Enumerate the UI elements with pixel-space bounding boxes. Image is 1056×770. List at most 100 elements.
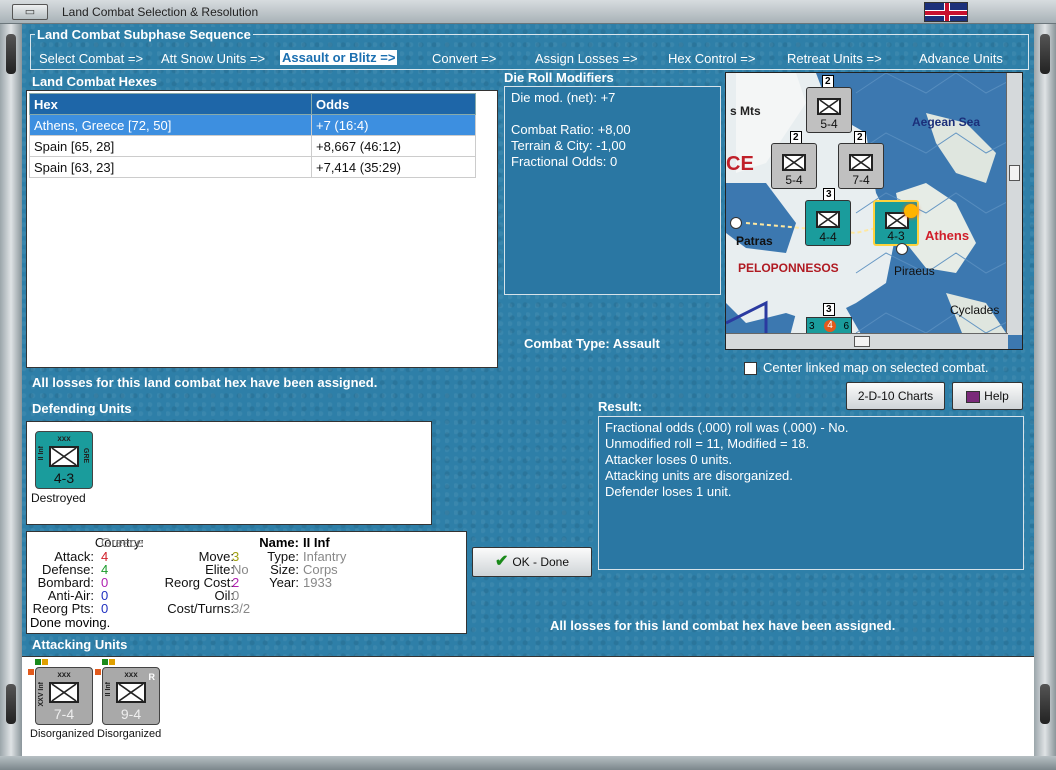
port-icon: [730, 217, 742, 229]
hex-cell: Spain [65, 28]: [29, 135, 312, 157]
scroll-thumb[interactable]: [854, 336, 870, 347]
modifier-line: [511, 106, 714, 122]
linked-map[interactable]: s Mts Aegean Sea CE Athens Patras PELOPO…: [725, 72, 1023, 350]
defending-units-panel: xxx II Inf GRE 4-3 Destroyed: [26, 421, 432, 525]
result-title: Result:: [598, 399, 643, 414]
map-label-piraeus: Piraeus: [894, 264, 935, 278]
map-unit-counter[interactable]: 5-4: [771, 143, 817, 189]
status-dot-icon: [102, 659, 108, 665]
status-dot-icon: [42, 659, 48, 665]
step-assault-or-blitz: Assault or Blitz =>: [280, 50, 398, 65]
modifier-line: Terrain & City: -1,00: [511, 138, 626, 153]
hexes-title: Land Combat Hexes: [32, 74, 157, 89]
center-map-checkbox[interactable]: [744, 362, 757, 375]
hexes-header-row: Hex Odds: [29, 93, 476, 115]
result-line: Attacking units are disorganized.: [605, 468, 793, 483]
infantry-symbol-icon: [782, 154, 806, 171]
bottom-frame: [0, 756, 1056, 770]
help-button[interactable]: Help: [952, 382, 1023, 410]
system-menu-button[interactable]: ▭: [12, 4, 48, 20]
table-row[interactable]: Spain [65, 28] +8,667 (46:12): [29, 135, 476, 157]
pillar-knob-icon: [1040, 34, 1050, 74]
modifiers-panel: Die mod. (net): +7 Combat Ratio: +8,00 T…: [504, 86, 721, 295]
book-icon: [966, 390, 981, 403]
charts-button[interactable]: 2-D-10 Charts: [846, 382, 945, 410]
map-vertical-scrollbar[interactable]: [1006, 73, 1022, 335]
modifier-line: Die mod. (net): +7: [511, 90, 616, 105]
attacking-units-title: Attacking Units: [32, 637, 128, 652]
map-label-athens: Athens: [925, 228, 970, 243]
table-row[interactable]: Spain [63, 23] +7,414 (35:29): [29, 156, 476, 178]
defending-unit-counter[interactable]: xxx II Inf GRE 4-3: [35, 431, 93, 489]
map-label-aegean-sea: Aegean Sea: [912, 115, 981, 129]
combat-type: Combat Type: Assault: [524, 336, 660, 351]
unit-status: Disorganized: [97, 728, 162, 740]
losses-assigned-message: All losses for this land combat hex have…: [32, 375, 378, 390]
checkmark-icon: ✔: [494, 553, 509, 570]
status-dot-icon: [109, 659, 115, 665]
unit-status: Destroyed: [31, 491, 86, 505]
step-retreat-units: Retreat Units =>: [787, 51, 882, 66]
map-unit-counter[interactable]: 7-4: [838, 143, 884, 189]
result-line: Unmodified roll = 11, Modified = 18.: [605, 436, 810, 451]
detail-year: 1933: [303, 575, 332, 590]
attacking-unit-counter[interactable]: xxx II Inf R 9-4: [102, 667, 160, 725]
combat-type-label: Combat Type:: [524, 336, 610, 351]
dialog-content: Land Combat Subphase Sequence Select Com…: [22, 24, 1034, 756]
map-label-cyclades: Cyclades: [950, 303, 1000, 317]
step-convert: Convert =>: [432, 51, 497, 66]
odds-cell: +7 (16:4): [311, 114, 476, 136]
step-advance-units: Advance Units: [919, 51, 1003, 66]
unit-strength: 4-4: [819, 230, 837, 244]
infantry-symbol-icon: [49, 446, 79, 467]
map-horizontal-scrollbar[interactable]: [726, 333, 1008, 349]
hexes-list: Hex Odds Athens, Greece [72, 50] +7 (16:…: [26, 90, 498, 368]
scroll-thumb[interactable]: [1009, 165, 1020, 181]
map-unit-counter[interactable]: 5-4: [806, 87, 852, 133]
combat-type-value: Assault: [612, 336, 660, 351]
odds-column-header[interactable]: Odds: [311, 93, 476, 115]
combat-explosion-icon: [904, 204, 918, 218]
status-dot-icon: [35, 659, 41, 665]
status-dot-icon: [95, 669, 101, 675]
map-label-mts: s Mts: [730, 104, 761, 118]
odds-cell: +7,414 (35:29): [311, 156, 476, 178]
center-map-label: Center linked map on selected combat.: [763, 360, 989, 375]
step-att-snow-units: Att Snow Units =>: [161, 51, 266, 66]
losses-assigned-message-2: All losses for this land combat hex have…: [550, 618, 896, 633]
detail-country: Greece: [101, 535, 144, 550]
infantry-symbol-icon: [849, 154, 873, 171]
map-unit-counter[interactable]: 4-4: [805, 200, 851, 246]
modifier-line: Fractional Odds: 0: [511, 154, 618, 169]
attacking-unit-counter[interactable]: xxx XXV Inf 7-4: [35, 667, 93, 725]
map-label-peloponnesos: PELOPONNESOS: [738, 261, 839, 275]
hex-column-header[interactable]: Hex: [29, 93, 312, 115]
port-icon: [896, 243, 908, 255]
left-frame-pillar: [0, 24, 22, 770]
hexes-table: Hex Odds Athens, Greece [72, 50] +7 (16:…: [29, 93, 476, 178]
uk-flag-icon: [924, 2, 968, 22]
detail-reorg-pts: 0: [101, 601, 109, 616]
infantry-symbol-icon: [816, 211, 840, 228]
detail-done-moving: Done moving.: [30, 615, 111, 630]
pillar-knob-icon: [6, 34, 16, 74]
unit-details-panel: Country: Greece Attack: 4 Defense: 4 Bom…: [26, 531, 467, 634]
modifier-line: Combat Ratio: +8,00: [511, 122, 631, 137]
table-row[interactable]: Athens, Greece [72, 50] +7 (16:4): [29, 114, 476, 136]
result-line: Fractional odds (.000) roll was (.000) -…: [605, 420, 849, 435]
right-frame-pillar: [1034, 24, 1056, 770]
attacking-units-panel: xxx XXV Inf 7-4 Disorganized xxx II Inf …: [22, 656, 1034, 756]
ok-done-button[interactable]: ✔ OK - Done: [472, 547, 592, 577]
map-label-ce: CE: [726, 153, 754, 175]
step-hex-control: Hex Control =>: [668, 51, 756, 66]
unit-strength: 5-4: [820, 117, 838, 131]
step-select-combat: Select Combat =>: [39, 51, 144, 66]
step-assign-losses: Assign Losses =>: [535, 51, 638, 66]
modifiers-title: Die Roll Modifiers: [504, 70, 614, 85]
unit-strength: 7-4: [852, 173, 870, 187]
map-label-patras: Patras: [736, 234, 773, 248]
odds-cell: +8,667 (46:12): [311, 135, 476, 157]
window-title: Land Combat Selection & Resolution: [62, 5, 259, 19]
help-label: Help: [984, 389, 1009, 403]
ok-label: OK - Done: [512, 555, 570, 569]
